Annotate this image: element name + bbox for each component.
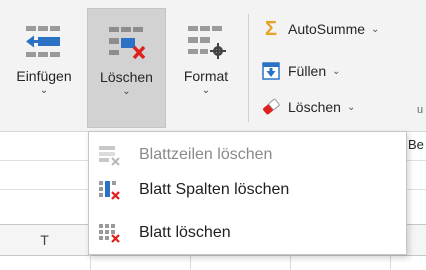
chevron-down-icon: ⌄ — [346, 101, 356, 113]
format-cells-label: Format — [183, 68, 229, 84]
cut-off-ribbon-text: Be — [408, 137, 424, 152]
group-separator — [248, 14, 249, 122]
eraser-icon — [263, 98, 280, 115]
clear-label: Löschen — [288, 99, 341, 115]
delete-sheet-icon — [99, 224, 120, 243]
delete-cells-label: Löschen — [100, 69, 153, 85]
grid-row — [0, 255, 426, 270]
sigma-icon: Σ — [264, 17, 277, 40]
grid-line — [290, 255, 291, 270]
grid-line — [90, 255, 91, 270]
delete-rows-icon — [99, 146, 120, 166]
fill-button[interactable]: Füllen ⌄ — [262, 59, 341, 83]
insert-cells-icon — [26, 26, 60, 57]
menu-item-delete-sheet[interactable]: Blatt löschen — [89, 216, 406, 250]
fill-label: Füllen — [288, 63, 327, 79]
format-cells-icon — [188, 26, 226, 59]
menu-item-label: Blatt Spalten löschen — [139, 181, 290, 198]
menu-item-delete-rows[interactable]: Blattzeilen löschen — [89, 138, 406, 172]
grid-line — [190, 255, 191, 270]
cut-off-ribbon-text: u — [417, 104, 424, 116]
autosum-button[interactable]: Σ AutoSumme ⌄ — [262, 17, 379, 41]
ribbon: Einfügen ⌄ Löschen ⌄ Format ⌄ Σ AutoSumm… — [0, 0, 426, 132]
delete-columns-icon — [99, 181, 120, 200]
delete-cells-icon — [108, 27, 145, 60]
autosum-label: AutoSumme — [288, 21, 366, 37]
clear-button[interactable]: Löschen ⌄ — [262, 95, 355, 119]
grid-line — [390, 255, 391, 270]
insert-cells-button[interactable]: Einfügen ⌄ — [6, 8, 82, 128]
chevron-down-icon: ⌄ — [201, 85, 211, 96]
delete-cells-button[interactable]: Löschen ⌄ — [87, 8, 166, 128]
delete-dropdown-menu: Blattzeilen löschen Blatt Spalten lösche… — [88, 131, 407, 255]
chevron-down-icon: ⌄ — [371, 23, 380, 35]
menu-item-delete-columns[interactable]: Blatt Spalten löschen — [89, 173, 406, 207]
chevron-down-icon: ⌄ — [122, 86, 131, 97]
insert-cells-label: Einfügen — [16, 68, 72, 84]
chevron-down-icon: ⌄ — [39, 85, 49, 96]
menu-item-label: Blatt löschen — [139, 224, 231, 241]
fill-down-icon — [262, 62, 280, 80]
column-header-t[interactable]: T — [0, 225, 90, 255]
menu-item-label: Blattzeilen löschen — [139, 146, 273, 163]
format-cells-button[interactable]: Format ⌄ — [168, 8, 244, 128]
chevron-down-icon: ⌄ — [332, 65, 341, 77]
